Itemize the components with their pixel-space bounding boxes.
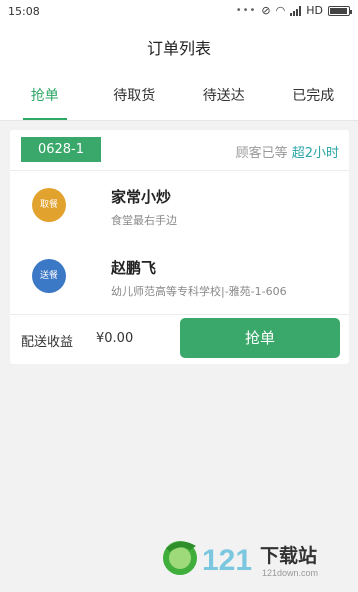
signal-icon	[290, 5, 302, 16]
grab-order-button[interactable]: 抢单	[180, 318, 340, 358]
status-time: 15:08	[8, 5, 40, 18]
wait-highlight: 超2小时	[291, 146, 339, 161]
svg-text:下载站: 下载站	[260, 544, 317, 567]
wifi-icon: ◠	[275, 4, 286, 17]
pickup-badge: 取餐	[32, 188, 66, 222]
svg-text:121down.com: 121down.com	[262, 568, 318, 578]
status-bar: 15:08 ••• ⊘ ◠ HD	[0, 0, 358, 24]
more-dots-icon: •••	[235, 5, 257, 16]
earnings-label: 配送收益	[21, 335, 74, 350]
order-card-footer: 配送收益 ¥0.00 抢单	[10, 314, 349, 365]
tab-completed[interactable]: 已完成	[269, 74, 358, 120]
page-title: 订单列表	[0, 24, 358, 74]
wait-prefix: 顾客已等	[235, 146, 288, 161]
tab-grab[interactable]: 抢单	[0, 74, 90, 120]
watermark-graphic: 121 下载站 121down.com	[163, 541, 318, 578]
delivery-address: 幼儿师范高等专科学校|-雅苑-1-606	[111, 285, 287, 298]
tab-to-pickup[interactable]: 待取货	[90, 74, 180, 120]
order-tabs: 抢单 待取货 待送达 已完成	[0, 74, 358, 121]
delivery-name: 赵鹏飞	[111, 259, 157, 277]
alarm-icon: ⊘	[261, 4, 271, 17]
order-card-header: 0628-1 顾客已等 超2小时	[10, 130, 349, 171]
pickup-name: 家常小炒	[111, 188, 172, 206]
tab-to-deliver[interactable]: 待送达	[179, 74, 269, 120]
status-icons: ••• ⊘ ◠ HD	[235, 4, 352, 17]
svg-text:121: 121	[202, 544, 252, 577]
earnings-value: ¥0.00	[96, 331, 134, 346]
watermark-logo: 121 下载站 121down.com	[160, 536, 340, 582]
pickup-address: 食堂最右手边	[111, 214, 177, 227]
order-card[interactable]: 0628-1 顾客已等 超2小时 取餐 家常小炒 食堂最右手边 送餐 赵鹏飞 幼…	[10, 130, 349, 364]
order-number-badge: 0628-1	[21, 137, 101, 162]
battery-icon	[328, 5, 352, 16]
delivery-badge: 送餐	[32, 259, 66, 293]
network-type: HD	[306, 4, 323, 17]
wait-time: 顾客已等 超2小时	[236, 142, 339, 161]
pickup-row: 取餐 家常小炒 食堂最右手边	[10, 180, 349, 230]
delivery-row: 送餐 赵鹏飞 幼儿师范高等专科学校|-雅苑-1-606	[10, 251, 349, 301]
